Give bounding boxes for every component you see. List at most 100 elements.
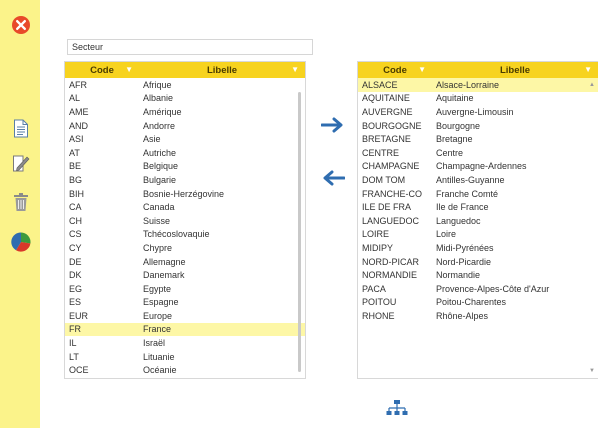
table-row[interactable]: AND Andorre: [65, 119, 305, 133]
code-cell: NORD-PICAR: [362, 256, 420, 267]
table-row[interactable]: DE Allemagne: [65, 255, 305, 269]
table-row[interactable]: EG Egypte: [65, 282, 305, 296]
table-row[interactable]: EUR Europe: [65, 309, 305, 323]
code-cell: BE: [69, 161, 82, 172]
code-cell: AT: [69, 147, 80, 158]
filter-icon[interactable]: ▼: [584, 65, 592, 74]
table-row[interactable]: NORMANDIE Normandie: [358, 268, 598, 282]
code-cell: LANGUEDOC: [362, 215, 420, 226]
code-cell: IL: [69, 338, 77, 349]
table-row[interactable]: AL Albanie: [65, 92, 305, 106]
code-column-header[interactable]: Code ▼: [358, 62, 432, 78]
close-icon[interactable]: [10, 14, 32, 36]
target-grid-header: Code ▼ Libelle ▼: [358, 62, 598, 78]
libelle-cell: Belgique: [143, 161, 179, 172]
table-row[interactable]: AT Autriche: [65, 146, 305, 160]
table-row[interactable]: AQUITAINE Aquitaine: [358, 92, 598, 106]
table-row[interactable]: BRETAGNE Bretagne: [358, 132, 598, 146]
table-row[interactable]: FRANCHE-CO Franche Comté: [358, 187, 598, 201]
table-row[interactable]: LT Lituanie: [65, 350, 305, 364]
document-icon[interactable]: [10, 117, 32, 139]
table-row[interactable]: POITOU Poitou-Charentes: [358, 296, 598, 310]
libelle-column-header[interactable]: Libelle ▼: [139, 62, 305, 78]
table-row[interactable]: ILE DE FRA Ile de France: [358, 200, 598, 214]
table-row[interactable]: ALSACE Alsace-Lorraine: [358, 78, 598, 92]
libelle-cell: Languedoc: [436, 215, 481, 226]
table-row[interactable]: RHONE Rhône-Alpes: [358, 309, 598, 323]
code-cell: ALSACE: [362, 79, 398, 90]
table-row[interactable]: ES Espagne: [65, 296, 305, 310]
table-row[interactable]: AUVERGNE Auvergne-Limousin: [358, 105, 598, 119]
code-cell: LOIRE: [362, 229, 390, 240]
libelle-cell: Asie: [143, 134, 161, 145]
libelle-cell: Europe: [143, 310, 173, 321]
filter-icon[interactable]: ▼: [125, 65, 133, 74]
libelle-cell: Champagne-Ardennes: [436, 161, 527, 172]
trash-icon[interactable]: [10, 191, 32, 213]
code-cell: AND: [69, 120, 89, 131]
table-row[interactable]: IL Israël: [65, 336, 305, 350]
table-row[interactable]: BE Belgique: [65, 160, 305, 174]
table-row[interactable]: BIH Bosnie-Herzégovine: [65, 187, 305, 201]
table-row[interactable]: AFR Afrique: [65, 78, 305, 92]
libelle-cell: Amérique: [143, 106, 182, 117]
libelle-cell: Bosnie-Herzégovine: [143, 188, 225, 199]
code-cell: EUR: [69, 310, 89, 321]
libelle-cell: Océanie: [143, 365, 177, 376]
source-grid-scrollbar[interactable]: [298, 92, 301, 372]
table-row[interactable]: BOURGOGNE Bourgogne: [358, 119, 598, 133]
source-grid-rows: AFR Afrique AL Albanie AME Amérique AND Andorre…: [65, 78, 305, 377]
libelle-cell: Lituanie: [143, 351, 175, 362]
move-right-button[interactable]: [320, 116, 346, 134]
libelle-cell: Centre: [436, 147, 464, 158]
code-cell: ASI: [69, 134, 84, 145]
code-column-header[interactable]: Code ▼: [65, 62, 139, 78]
code-header-label: Code: [90, 64, 114, 76]
code-cell: AQUITAINE: [362, 93, 410, 104]
scroll-down-icon[interactable]: ▼: [589, 368, 595, 374]
source-grid: Code ▼ Libelle ▼ AFR Afrique AL Albanie AME A…: [64, 61, 306, 379]
table-row[interactable]: NORD-PICAR Nord-Picardie: [358, 255, 598, 269]
move-left-button[interactable]: [320, 169, 346, 187]
libelle-column-header[interactable]: Libelle ▼: [432, 62, 598, 78]
edit-icon[interactable]: [10, 151, 32, 173]
table-row[interactable]: DOM TOM Antilles-Guyanne: [358, 173, 598, 187]
table-row[interactable]: CH Suisse: [65, 214, 305, 228]
scroll-up-icon[interactable]: ▲: [589, 82, 595, 88]
table-row[interactable]: CENTRE Centre: [358, 146, 598, 160]
filter-icon[interactable]: ▼: [291, 65, 299, 74]
code-cell: LT: [69, 351, 79, 362]
code-cell: FRANCHE-CO: [362, 188, 422, 199]
source-grid-header: Code ▼ Libelle ▼: [65, 62, 305, 78]
libelle-cell: Autriche: [143, 147, 177, 158]
libelle-cell: Chypre: [143, 242, 173, 253]
table-row[interactable]: CS Tchécoslovaquie: [65, 228, 305, 242]
code-cell: DK: [69, 270, 82, 281]
table-row[interactable]: AME Amérique: [65, 105, 305, 119]
table-row[interactable]: CHAMPAGNE Champagne-Ardennes: [358, 160, 598, 174]
libelle-cell: Danemark: [143, 270, 185, 281]
target-grid: Code ▼ Libelle ▼ ALSACE Alsace-Lorraine AQ…: [357, 61, 598, 379]
code-cell: AUVERGNE: [362, 106, 413, 117]
table-row[interactable]: CY Chypre: [65, 241, 305, 255]
table-row[interactable]: OCE Océanie: [65, 363, 305, 377]
table-row[interactable]: ASI Asie: [65, 132, 305, 146]
libelle-cell: France: [143, 324, 172, 335]
arrow-left-icon: [323, 170, 345, 186]
libelle-cell: Midi-Pyrénées: [436, 242, 494, 253]
libelle-cell: Canada: [143, 202, 175, 213]
hierarchy-button[interactable]: [386, 399, 408, 419]
pie-chart-icon[interactable]: [10, 231, 32, 253]
table-row[interactable]: MIDIPY Midi-Pyrénées: [358, 241, 598, 255]
filter-icon[interactable]: ▼: [418, 65, 426, 74]
table-row[interactable]: FR France: [65, 322, 305, 337]
table-row[interactable]: BG Bulgarie: [65, 173, 305, 187]
table-row[interactable]: LOIRE Loire: [358, 228, 598, 242]
libelle-cell: Franche Comté: [436, 188, 499, 199]
table-row[interactable]: DK Danemark: [65, 268, 305, 282]
table-row[interactable]: LANGUEDOC Languedoc: [358, 214, 598, 228]
table-row[interactable]: CA Canada: [65, 200, 305, 214]
table-row[interactable]: PACA Provence-Alpes-Côte d'Azur: [358, 282, 598, 296]
libelle-cell: Poitou-Charentes: [436, 297, 507, 308]
sector-filter-input[interactable]: [67, 39, 313, 55]
